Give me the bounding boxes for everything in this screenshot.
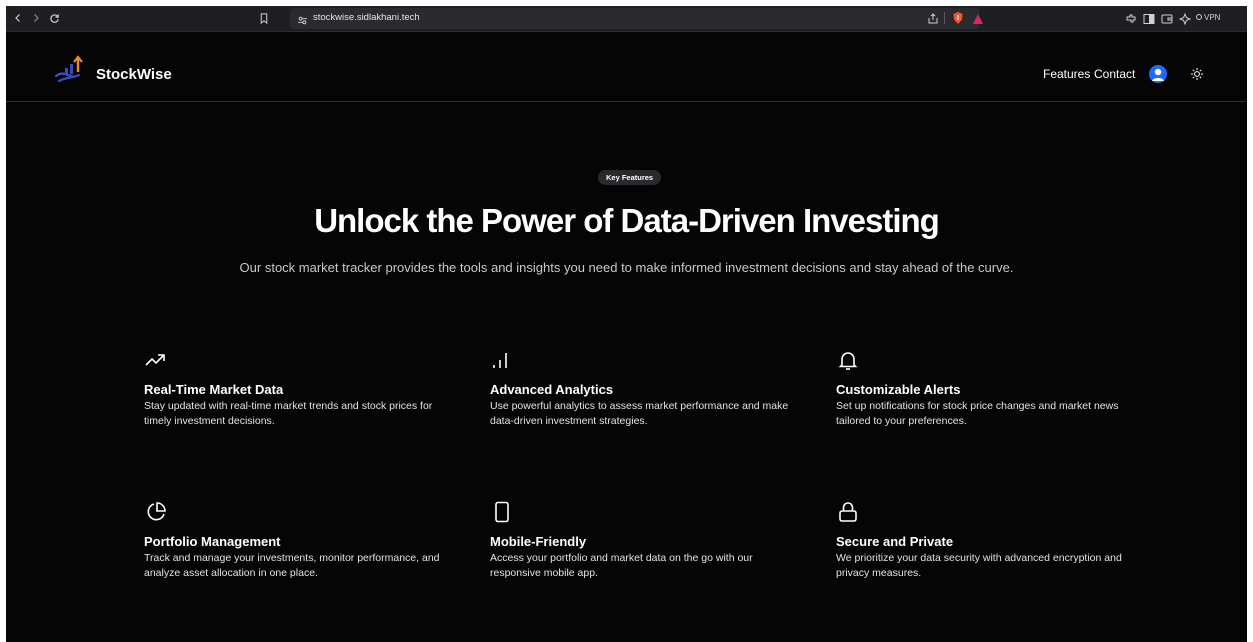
page-title: Unlock the Power of Data-Driven Investin… (314, 202, 940, 239)
feature-title: Portfolio Management (144, 534, 281, 549)
feature-title: Secure and Private (836, 534, 954, 549)
brand-name[interactable]: StockWise (96, 66, 172, 83)
feature-description: Track and manage your investments, monit… (144, 552, 440, 579)
feature-title: Customizable Alerts (836, 382, 961, 397)
feature-description: Use powerful analytics to assess market … (490, 400, 789, 427)
pie-chart-icon (147, 502, 166, 521)
brave-shield-icon[interactable] (952, 11, 964, 30)
key-features-badge: Key Features (598, 170, 662, 185)
nav-features-link[interactable]: Features (1043, 67, 1090, 81)
feature-card-analytics: Advanced Analytics Use powerful analytic… (490, 348, 790, 429)
url-text: stockwise.sidlakhani.tech (313, 12, 420, 23)
leo-ai-icon[interactable] (1178, 12, 1192, 30)
user-avatar[interactable] (1149, 65, 1167, 83)
bookmark-icon[interactable] (256, 10, 272, 26)
smartphone-icon (495, 501, 509, 523)
feature-description: We prioritize your data security with ad… (836, 552, 1122, 579)
address-bar[interactable]: stockwise.sidlakhani.tech (290, 8, 983, 31)
nav-contact-link[interactable]: Contact (1094, 67, 1135, 81)
feature-card-realtime: Real-Time Market Data Stay updated with … (144, 348, 444, 429)
browser-toolbar: stockwise.sidlakhani.tech VPN (6, 6, 1247, 32)
bell-icon (838, 352, 858, 370)
feature-description: Stay updated with real-time market trend… (144, 400, 433, 427)
vpn-icon (1196, 14, 1202, 20)
feature-title: Real-Time Market Data (144, 382, 284, 397)
forward-icon[interactable] (28, 10, 44, 26)
share-icon[interactable] (927, 12, 939, 30)
feature-card-alerts: Customizable Alerts Set up notifications… (836, 348, 1136, 429)
brave-rewards-icon[interactable] (972, 12, 984, 30)
feature-card-mobile: Mobile-Friendly Access your portfolio an… (490, 500, 790, 581)
wallet-icon[interactable] (1161, 12, 1173, 30)
feature-description: Set up notifications for stock price cha… (836, 400, 1119, 427)
bar-chart-icon (493, 353, 507, 368)
feature-card-security: Secure and Private We prioritize your da… (836, 500, 1136, 581)
trending-up-icon (145, 354, 165, 366)
feature-description: Access your portfolio and market data on… (490, 552, 753, 579)
feature-card-portfolio: Portfolio Management Track and manage yo… (144, 500, 444, 581)
feature-title: Mobile-Friendly (490, 534, 587, 549)
browser-window: stockwise.sidlakhani.tech VPN StockWise … (6, 6, 1247, 642)
feature-title: Advanced Analytics (490, 382, 614, 397)
back-icon[interactable] (10, 10, 26, 26)
theme-toggle-sun-icon[interactable] (1189, 66, 1205, 82)
reload-icon[interactable] (46, 10, 62, 26)
page-subtitle: Our stock market tracker provides the to… (239, 260, 1014, 275)
vpn-label: VPN (1204, 13, 1221, 22)
site-settings-icon[interactable] (297, 13, 308, 31)
lock-icon (839, 502, 857, 522)
stockwise-logo-icon[interactable] (54, 54, 86, 89)
separator (944, 12, 945, 24)
site-header: StockWise Features Contact (6, 32, 1247, 102)
vpn-button[interactable]: VPN (1196, 13, 1220, 22)
sidebar-icon[interactable] (1143, 12, 1155, 30)
extensions-icon[interactable] (1125, 12, 1137, 30)
